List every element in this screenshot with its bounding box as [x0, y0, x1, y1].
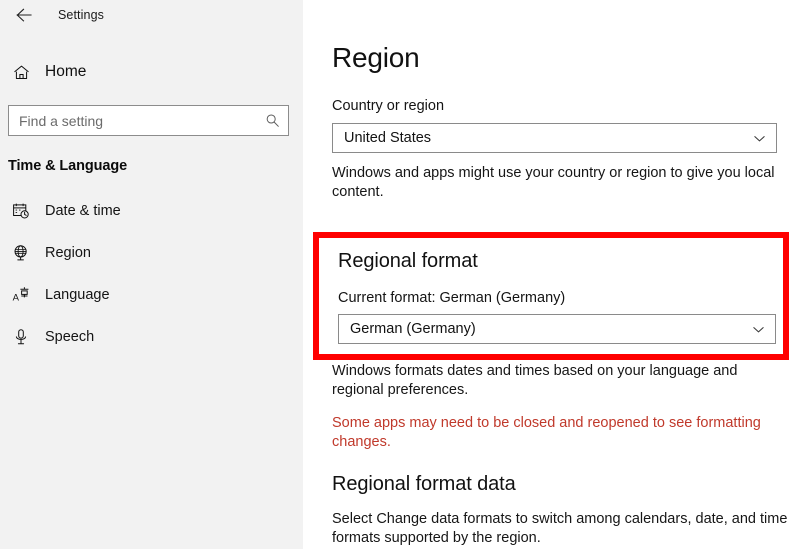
search-icon[interactable] [264, 113, 280, 129]
sidebar-section-title: Time & Language [8, 158, 128, 174]
country-or-region-value: United States [344, 130, 432, 146]
title-bar: Settings [0, 0, 303, 30]
chevron-down-icon[interactable] [751, 322, 765, 336]
regional-format-helper: Windows formats dates and times based on… [332, 363, 738, 398]
sidebar-item-region[interactable]: Region [0, 232, 303, 274]
home-icon [6, 64, 36, 81]
regional-format-data-helper: Select Change data formats to switch amo… [332, 511, 788, 546]
country-or-region-helper: Windows and apps might use your country … [332, 165, 775, 200]
regional-format-dropdown[interactable]: German (Germany) [338, 314, 776, 344]
window-title: Settings [58, 8, 104, 22]
sidebar-nav-list: Date & time Region A Language Speech [0, 190, 303, 358]
svg-text:A: A [13, 292, 20, 303]
calendar-clock-icon [6, 202, 36, 220]
regional-format-highlight: Regional format Current format: German (… [313, 232, 789, 360]
regional-format-heading: Regional format [338, 250, 478, 272]
sidebar-item-date-and-time[interactable]: Date & time [0, 190, 303, 232]
sidebar-item-label: Speech [45, 329, 95, 345]
search-input[interactable] [19, 106, 264, 135]
main-content: Region Country or region United States W… [303, 0, 808, 549]
sidebar-item-speech[interactable]: Speech [0, 316, 303, 358]
search-box[interactable] [8, 105, 289, 136]
regional-format-value: German (Germany) [350, 321, 476, 337]
country-or-region-dropdown[interactable]: United States [332, 123, 777, 153]
microphone-icon [6, 328, 36, 346]
chevron-down-icon[interactable] [752, 131, 766, 145]
current-format-label: Current format: German (Germany) [338, 290, 566, 306]
sidebar-home-label: Home [45, 63, 87, 80]
back-arrow-icon[interactable] [12, 3, 36, 27]
settings-window: Settings Home Time & Language [0, 0, 808, 549]
regional-format-data-section: Regional format data Select Change data … [332, 473, 802, 548]
sidebar-item-home[interactable]: Home [0, 55, 303, 89]
regional-format-notes: Windows formats dates and times based on… [332, 362, 792, 452]
regional-format-data-heading: Regional format data [332, 473, 516, 495]
language-character-icon: A [6, 286, 36, 304]
globe-icon [6, 244, 36, 262]
region-top-block: Region Country or region United States W… [332, 0, 778, 202]
sidebar: Settings Home Time & Language [0, 0, 303, 549]
sidebar-item-label: Language [45, 287, 110, 303]
sidebar-item-label: Region [45, 245, 91, 261]
sidebar-item-language[interactable]: A Language [0, 274, 303, 316]
page-title: Region [332, 42, 420, 73]
country-or-region-label: Country or region [332, 98, 445, 114]
sidebar-item-label: Date & time [45, 203, 121, 219]
regional-format-warning: Some apps may need to be closed and reop… [332, 415, 761, 450]
